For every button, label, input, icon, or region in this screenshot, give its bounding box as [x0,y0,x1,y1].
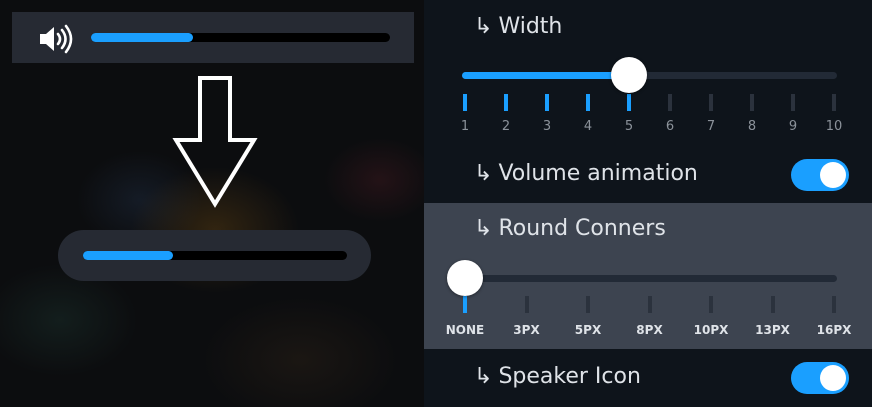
slider-tick [463,296,467,313]
volume-bar-fill [83,251,173,260]
preview-pane [0,0,424,407]
width-label: ↳ Width [474,14,563,39]
width-slider-thumb[interactable] [611,57,647,93]
slider-tick [586,296,590,313]
slider-tick-label: 10PX [693,323,729,337]
round-corners-slider-thumb[interactable] [447,260,483,296]
slider-tick-label: 6 [665,119,675,134]
volume-bar-rounded [83,251,347,260]
slider-tick-label: 4 [583,119,593,134]
slider-tick-label: 7 [706,119,716,134]
speaker-volume-icon [40,24,73,54]
round-corners-slider[interactable] [462,275,837,282]
slider-tick [668,94,672,111]
slider-tick-label: 3PX [513,323,540,337]
toggle-knob [820,365,846,391]
slider-tick-label: 16PX [816,323,852,337]
speaker-icon-toggle[interactable] [791,362,849,394]
slider-tick [750,94,754,111]
slider-tick [709,296,713,313]
slider-tick [463,94,467,111]
slider-tick [586,94,590,111]
volume-bar-fill [91,33,193,42]
width-slider[interactable] [462,72,837,79]
slider-tick-label: 10 [825,119,843,134]
slider-tick [709,94,713,111]
slider-tick-label: 5 [624,119,634,134]
slider-tick-label: 3 [542,119,552,134]
toggle-knob [820,162,846,188]
volume-animation-toggle[interactable] [791,159,849,191]
slider-tick-label: NONE [445,323,485,337]
volume-animation-label: ↳ Volume animation [474,161,698,186]
slider-tick-label: 13PX [755,323,790,337]
slider-tick [832,296,836,313]
slider-tick [545,94,549,111]
slider-tick [791,94,795,111]
slider-tick-label: 9 [788,119,798,134]
slider-tick-label: 8 [747,119,757,134]
sub-item-arrow-icon: ↳ [474,216,493,241]
slider-tick [647,296,652,313]
slider-tick [832,94,836,111]
slider-tick-label: 1 [460,119,470,134]
down-arrow-outline-icon [172,76,258,208]
width-slider-fill [462,72,629,79]
speaker-icon-label: ↳ Speaker Icon [474,364,641,389]
slider-tick-label: 8PX [636,323,663,337]
volume-bar-square [91,33,390,42]
sub-item-arrow-icon: ↳ [474,161,493,186]
round-corners-label: ↳ Round Conners [474,216,666,241]
sub-item-arrow-icon: ↳ [474,364,493,389]
slider-tick-label: 2 [501,119,511,134]
slider-tick [627,94,631,111]
slider-tick [504,94,508,111]
slider-tick [770,296,775,313]
slider-tick-label: 5PX [574,323,602,337]
slider-tick [524,296,529,313]
sub-item-arrow-icon: ↳ [474,14,493,39]
